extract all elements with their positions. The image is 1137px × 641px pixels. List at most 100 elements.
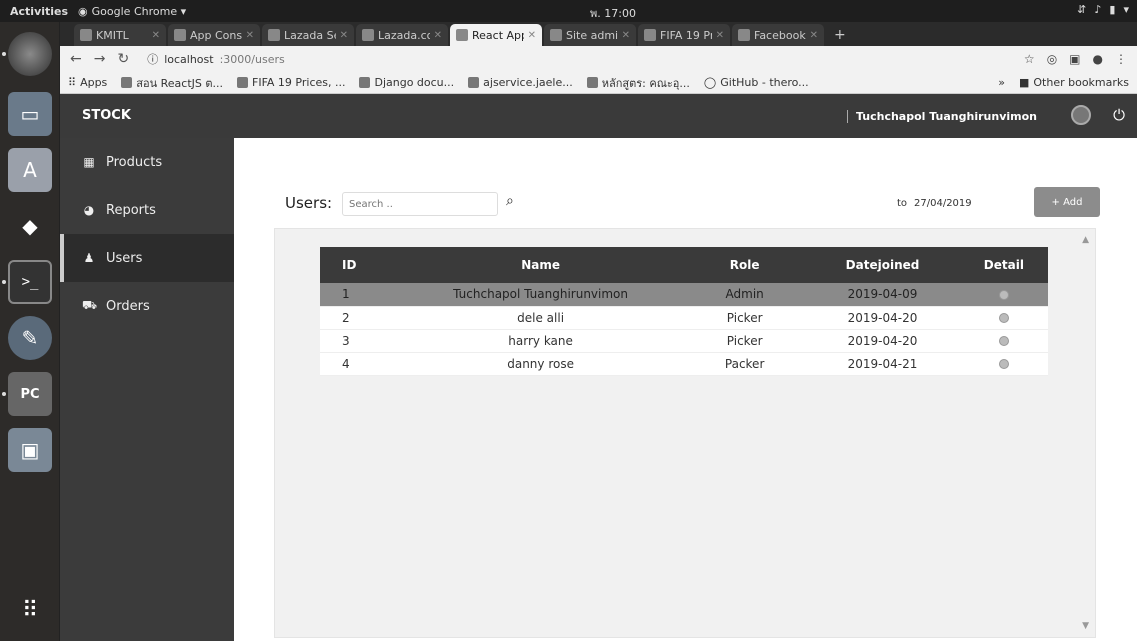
sidebar-item-users[interactable]: ♟ Users [60,234,234,282]
browser-tab[interactable]: Lazada Sell✕ [262,24,354,46]
table-header-row: ID Name Role Datejoined Detail [320,247,1048,283]
close-tab-icon[interactable]: ✕ [434,30,442,41]
volume-icon: ♪ [1094,3,1102,16]
detail-info-icon[interactable] [998,289,1009,300]
close-tab-icon[interactable]: ✕ [528,30,536,41]
avatar[interactable] [1071,105,1091,125]
table-row[interactable]: 4 danny rose Packer 2019-04-21 [320,352,1048,376]
detail-info-icon[interactable] [998,359,1009,369]
detail-info-icon[interactable] [998,313,1009,323]
show-apps-grid-icon[interactable]: ⠿ [8,588,52,632]
browser-tab[interactable]: KMITL ✕ [74,24,166,46]
bookmark-item[interactable]: ajservice.jaele... [468,76,573,89]
table-row[interactable]: 2 dele alli Picker 2019-04-20 [320,306,1048,330]
address-bar[interactable]: ⓘ localhost :3000/users [141,49,1012,69]
favicon-icon [121,77,133,88]
browser-tab-active[interactable]: React App ✕ [450,24,542,46]
info-icon[interactable]: ⓘ [147,51,158,67]
cell-detail [959,329,1048,353]
brand-logo[interactable]: STOCK [82,108,131,123]
sidebar-item-label: Orders [106,298,150,314]
bookmark-item[interactable]: สอน ReactJS ต... [121,74,223,92]
stock-app: STOCK Tuchchapol Tuanghirunvimon ⏻ ▦ Pro… [60,94,1137,641]
browser-tab[interactable]: Site admin✕ [544,24,636,46]
system-tray[interactable]: ⇵ ♪ ▮ ▾ [1077,3,1129,16]
reload-icon[interactable]: ↻ [117,51,129,67]
page-icon [468,77,480,88]
apps-grid-icon: ⠿ [68,76,77,89]
profile-icon[interactable]: ● [1093,52,1103,66]
cell-id: 1 [320,283,398,307]
close-tab-icon[interactable]: ✕ [340,30,348,41]
pycharm-launcher-icon[interactable]: PC [8,372,52,416]
favicon-icon [80,29,92,41]
power-icon[interactable]: ⏻ [1113,106,1125,124]
users-table-panel: ▲ ▼ ID Name Role Datejoined Detail 1 Tuc… [274,228,1096,638]
detail-info-icon[interactable] [998,336,1009,346]
software-center-launcher-icon[interactable]: A [8,148,52,192]
close-tab-icon[interactable]: ✕ [810,30,818,41]
browser-tab[interactable]: Lazada.co.✕ [356,24,448,46]
sidebar-item-orders[interactable]: ⛟ Orders [60,282,234,330]
column-header-id: ID [320,247,398,283]
bookmark-item[interactable]: ◯ GitHub - thero... [704,76,809,89]
url-path: :3000/users [219,52,285,66]
chrome-launcher-icon[interactable] [8,32,52,76]
back-arrow-icon[interactable]: ← [70,51,82,67]
close-tab-icon[interactable]: ✕ [246,30,254,41]
desktop: Activities ◉ Google Chrome ▾ พ. 17:00 ⇵ … [0,0,1137,641]
browser-tab[interactable]: Facebook ✕ [732,24,824,46]
cell-name: dele alli [397,306,684,330]
bookmark-item[interactable]: Django docu... [359,76,454,89]
sidebar-item-products[interactable]: ▦ Products [60,138,234,186]
more-bookmarks-chevron-icon[interactable]: » [998,76,1005,89]
close-tab-icon[interactable]: ✕ [716,30,724,41]
user-icon: ♟ [83,251,95,265]
browser-tab[interactable]: FIFA 19 Pri✕ [638,24,730,46]
files-launcher-icon[interactable]: ▭ [8,92,52,136]
editor-launcher-icon[interactable]: ✎ [8,316,52,360]
table-row[interactable]: 1 Tuchchapol Tuanghirunvimon Admin 2019-… [320,283,1048,307]
forward-arrow-icon[interactable]: → [94,51,106,67]
favicon-icon [237,77,249,88]
add-user-button[interactable]: + Add [1034,187,1100,217]
favicon-icon [268,29,280,41]
bookmark-item[interactable]: หลักสูตร: คณะอุ... [586,74,690,92]
cell-detail [959,352,1048,376]
table-row[interactable]: 3 harry kane Picker 2019-04-20 [320,329,1048,353]
clock[interactable]: พ. 17:00 [590,4,636,22]
bookmark-apps[interactable]: ⠿ Apps [68,76,107,89]
close-tab-icon[interactable]: ✕ [622,30,630,41]
cell-role: Picker [683,329,806,353]
browser-tab[interactable]: App Conso✕ [168,24,260,46]
search-input[interactable] [342,192,498,216]
browser-toolbar: ← → ↻ ⓘ localhost :3000/users ☆ ◎ ▣ ● ⋮ [60,46,1137,72]
scroll-down-arrow-icon[interactable]: ▼ [1082,621,1089,631]
app-menu[interactable]: ◉ Google Chrome ▾ [78,5,186,18]
current-user-name: Tuchchapol Tuanghirunvimon [846,110,1037,123]
favicon-icon [738,29,750,41]
extension-icon[interactable]: ◎ [1047,52,1057,66]
sidebar-item-reports[interactable]: ◕ Reports [60,186,234,234]
bookmark-item[interactable]: FIFA 19 Prices, ... [237,76,345,89]
new-tab-button[interactable]: + [826,24,854,46]
cell-datejoined: 2019-04-20 [805,329,960,353]
column-header-role: Role [683,247,806,283]
url-host: localhost [164,52,214,66]
extension-icon[interactable]: ▣ [1069,52,1080,66]
folder-icon: ■ [1018,76,1030,89]
close-tab-icon[interactable]: ✕ [152,30,160,41]
sidebar-item-label: Users [106,250,143,266]
terminal-launcher-icon[interactable]: >_ [8,260,52,304]
cell-id: 2 [320,306,398,330]
date-to-field[interactable]: 27/04/2019 [914,198,972,209]
bookmark-star-icon[interactable]: ☆ [1024,52,1035,66]
scroll-up-arrow-icon[interactable]: ▲ [1082,235,1089,245]
screenshot-launcher-icon[interactable]: ▣ [8,428,52,472]
search-icon[interactable]: ⌕ [506,193,514,209]
other-bookmarks[interactable]: ■ Other bookmarks [1019,76,1129,89]
activities-button[interactable]: Activities [0,5,78,18]
chrome-menu-icon[interactable]: ⋮ [1115,52,1127,66]
sidebar-item-label: Products [106,154,163,170]
vscode-launcher-icon[interactable]: ◆ [8,204,52,248]
